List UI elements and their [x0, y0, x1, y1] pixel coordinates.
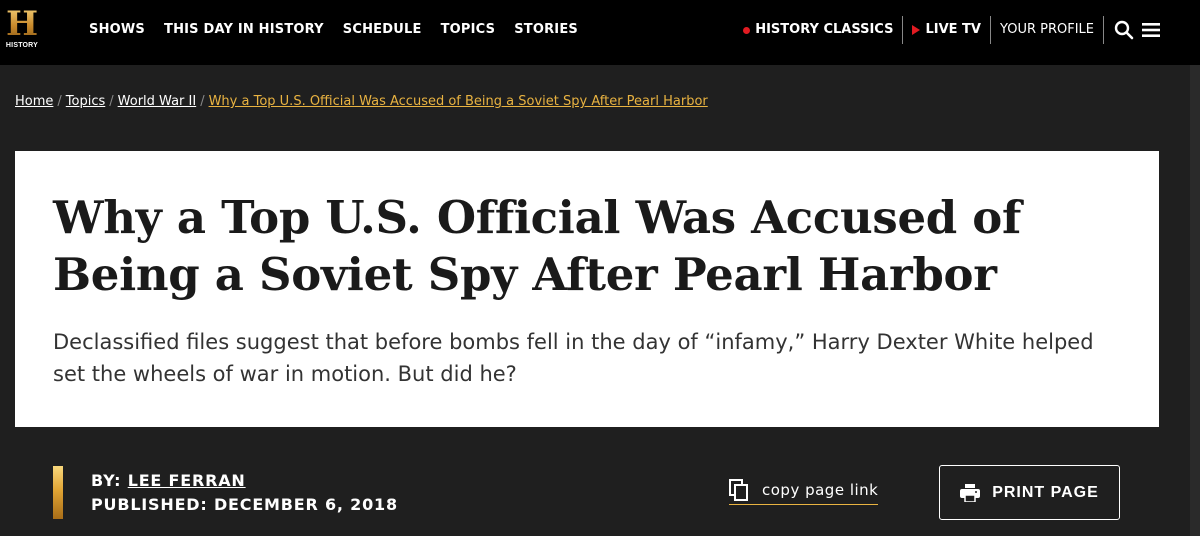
logo-wordmark: HISTORY	[5, 42, 39, 49]
by-prefix: BY:	[91, 471, 122, 490]
breadcrumb-separator: /	[57, 94, 62, 109]
breadcrumb-current[interactable]: Why a Top U.S. Official Was Accused of B…	[209, 94, 708, 109]
divider	[1103, 16, 1104, 44]
print-page-button[interactable]: PRINT PAGE	[939, 465, 1120, 520]
article-dek: Declassified files suggest that before b…	[53, 330, 1094, 386]
hamburger-menu-icon[interactable]	[1142, 23, 1160, 37]
byline-accent-bar	[53, 466, 63, 519]
breadcrumb-separator: /	[200, 94, 205, 109]
article-title-card: Why a Top U.S. Official Was Accused of B…	[15, 151, 1159, 427]
your-profile-link[interactable]: YOUR PROFILE	[991, 20, 1103, 40]
history-logo[interactable]: H HISTORY	[4, 6, 40, 52]
logo-letter: H	[6, 4, 39, 44]
live-tv-link[interactable]: LIVE TV	[903, 20, 990, 40]
published-date: DECEMBER 6, 2018	[213, 495, 398, 514]
your-profile-label: YOUR PROFILE	[999, 22, 1094, 37]
nav-this-day-in-history[interactable]: THIS DAY IN HISTORY	[164, 20, 324, 40]
nav-topics[interactable]: TOPICS	[441, 20, 496, 40]
main-nav: SHOWS THIS DAY IN HISTORY SCHEDULE TOPIC…	[89, 20, 578, 40]
nav-shows[interactable]: SHOWS	[89, 20, 145, 40]
author-line: BY: LEE FERRAN	[91, 469, 398, 493]
play-icon	[912, 25, 921, 35]
utility-nav: HISTORY CLASSICS LIVE TV YOUR PROFILE	[734, 16, 1160, 44]
copy-page-link-label: copy page link	[762, 481, 879, 499]
author-link[interactable]: LEE FERRAN	[128, 471, 246, 490]
scrollbar-track[interactable]	[1190, 65, 1200, 536]
history-classics-label: HISTORY CLASSICS	[755, 22, 894, 37]
print-page-label: PRINT PAGE	[992, 483, 1099, 501]
published-prefix: PUBLISHED:	[91, 495, 208, 514]
history-classics-link[interactable]: HISTORY CLASSICS	[734, 20, 902, 40]
live-tv-label: LIVE TV	[925, 22, 981, 37]
site-header: H HISTORY SHOWS THIS DAY IN HISTORY SCHE…	[0, 0, 1200, 65]
red-dot-icon	[743, 26, 751, 34]
breadcrumb-separator: /	[109, 94, 114, 109]
nav-stories[interactable]: STORIES	[514, 20, 578, 40]
breadcrumb: Home / Topics / World War II / Why a Top U.S. …	[15, 94, 708, 109]
copy-page-link[interactable]: copy page link	[729, 479, 879, 505]
breadcrumb-topics[interactable]: Topics	[66, 94, 105, 109]
copy-icon	[729, 479, 748, 501]
byline: BY: LEE FERRAN PUBLISHED: DECEMBER 6, 20…	[91, 469, 398, 517]
search-icon[interactable]	[1114, 20, 1134, 40]
printer-icon	[960, 483, 981, 502]
breadcrumb-world-war-ii[interactable]: World War II	[118, 94, 197, 109]
article-title: Why a Top U.S. Official Was Accused of B…	[53, 191, 1022, 301]
nav-schedule[interactable]: SCHEDULE	[343, 20, 422, 40]
published-line: PUBLISHED: DECEMBER 6, 2018	[91, 493, 398, 517]
breadcrumb-home[interactable]: Home	[15, 94, 53, 109]
